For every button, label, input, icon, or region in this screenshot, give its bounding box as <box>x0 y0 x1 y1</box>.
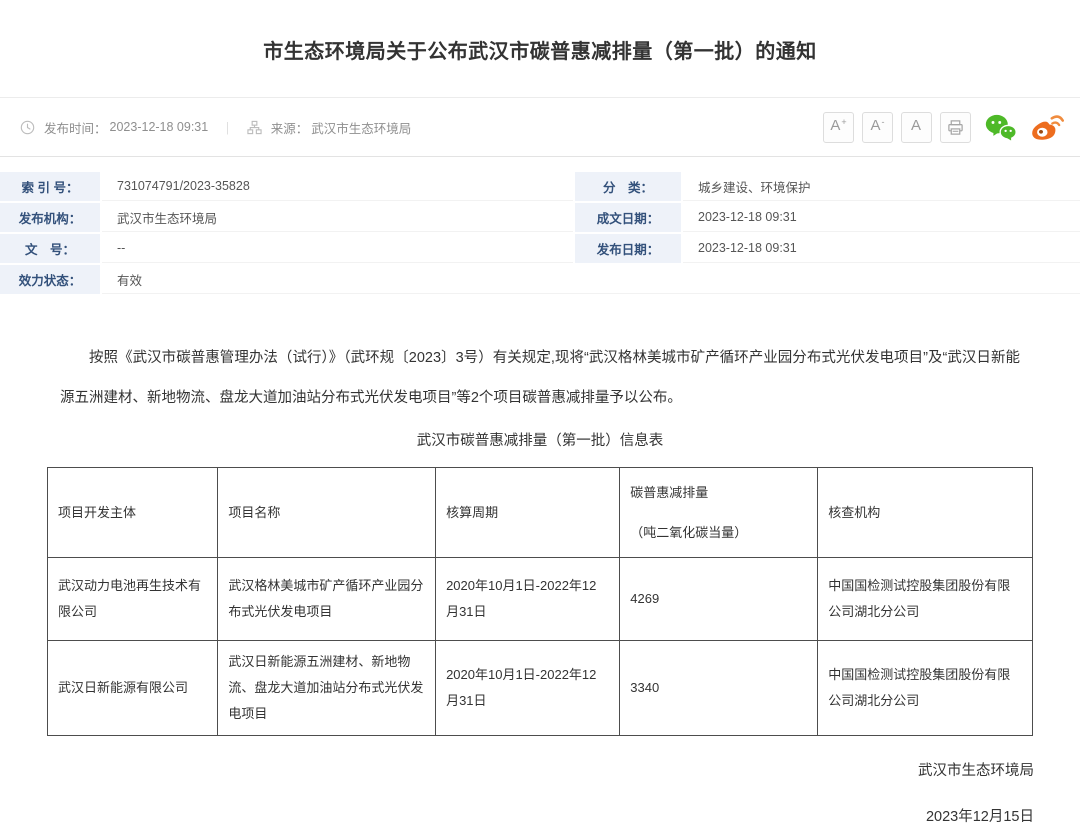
article-body: 按照《武汉市碳普惠管理办法（试行）》（武环规〔2023〕3号）有关规定,现将“武… <box>0 338 1080 418</box>
issuing-agency-value: 武汉市生态环境局 <box>102 203 573 232</box>
source-icon <box>247 120 262 135</box>
print-button[interactable] <box>940 112 971 143</box>
header-accounting-period: 核算周期 <box>436 468 620 558</box>
signature-org: 武汉市生态环境局 <box>0 756 1034 786</box>
cell-project-name: 武汉日新能源五洲建材、新地物流、盘龙大道加油站分布式光伏发电项目 <box>218 641 436 736</box>
page-title: 市生态环境局关于公布武汉市碳普惠减排量（第一批）的通知 <box>0 0 1080 98</box>
signature-block: 武汉市生态环境局 2023年12月15日 <box>0 756 1080 832</box>
table-row: 武汉日新能源有限公司 武汉日新能源五洲建材、新地物流、盘龙大道加油站分布式光伏发… <box>48 641 1033 736</box>
cell-reduction-amount: 3340 <box>620 641 818 736</box>
cell-developer: 武汉动力电池再生技术有限公司 <box>48 558 218 641</box>
font-normal-button[interactable]: A <box>901 112 932 143</box>
publish-date-value: 2023-12-18 09:31 <box>683 234 1080 263</box>
metadata-row: 效力状态： 有效 <box>0 265 1080 294</box>
meta-divider: ｜ <box>217 118 238 137</box>
validity-status-label: 效力状态： <box>0 265 100 294</box>
cell-accounting-period: 2020年10月1日-2022年12月31日 <box>436 641 620 736</box>
index-number-label: 索 引 号： <box>0 172 100 201</box>
cell-accounting-period: 2020年10月1日-2022年12月31日 <box>436 558 620 641</box>
weibo-share-icon[interactable] <box>1031 113 1064 141</box>
header-reduction-amount-line1: 碳普惠减排量 <box>630 485 708 500</box>
publish-date-label: 发布日期： <box>575 234 681 263</box>
table-header-row: 项目开发主体 项目名称 核算周期 碳普惠减排量 （吨二氧化碳当量） 核查机构 <box>48 468 1033 558</box>
font-smaller-button[interactable]: A- <box>862 112 893 143</box>
header-verification-agency: 核查机构 <box>818 468 1033 558</box>
written-date-value: 2023-12-18 09:31 <box>683 203 1080 232</box>
cell-project-name: 武汉格林美城市矿产循环产业园分布式光伏发电项目 <box>218 558 436 641</box>
source-label: 来源： <box>271 118 309 137</box>
metadata-row: 索 引 号： 731074791/2023-35828 分 类： 城乡建设、环境… <box>0 172 1080 201</box>
data-table-caption: 武汉市碳普惠减排量（第一批）信息表 <box>0 429 1080 450</box>
page-toolbar: A+ A- A <box>815 112 1064 143</box>
notice-paragraph: 按照《武汉市碳普惠管理办法（试行）》（武环规〔2023〕3号）有关规定,现将“武… <box>60 338 1020 418</box>
wechat-share-icon[interactable] <box>985 114 1017 141</box>
issuing-agency-label: 发布机构： <box>0 203 100 232</box>
validity-status-value: 有效 <box>102 265 1080 294</box>
doc-number-value: -- <box>102 234 573 263</box>
meta-bar: 发布时间：2023-12-18 09:31 ｜ 来源：武汉市生态环境局 A+ A… <box>0 98 1080 157</box>
font-larger-button[interactable]: A+ <box>823 112 854 143</box>
source-value: 武汉市生态环境局 <box>311 118 411 137</box>
metadata-row: 发布机构： 武汉市生态环境局 成文日期： 2023-12-18 09:31 <box>0 203 1080 232</box>
metadata-row: 文 号： -- 发布日期： 2023-12-18 09:31 <box>0 234 1080 263</box>
clock-icon <box>20 120 35 135</box>
publish-time-value: 2023-12-18 09:31 <box>110 120 209 134</box>
written-date-label: 成文日期： <box>575 203 681 232</box>
doc-number-label: 文 号： <box>0 234 100 263</box>
document-metadata-table: 索 引 号： 731074791/2023-35828 分 类： 城乡建设、环境… <box>0 172 1080 294</box>
header-developer: 项目开发主体 <box>48 468 218 558</box>
header-project-name: 项目名称 <box>218 468 436 558</box>
cell-verification-agency: 中国国检测试控股集团股份有限公司湖北分公司 <box>818 558 1033 641</box>
publish-time-label: 发布时间： <box>44 118 107 137</box>
cell-reduction-amount: 4269 <box>620 558 818 641</box>
cell-developer: 武汉日新能源有限公司 <box>48 641 218 736</box>
table-row: 武汉动力电池再生技术有限公司 武汉格林美城市矿产循环产业园分布式光伏发电项目 2… <box>48 558 1033 641</box>
header-reduction-amount-line2: （吨二氧化碳当量） <box>630 520 807 546</box>
emission-reduction-table: 项目开发主体 项目名称 核算周期 碳普惠减排量 （吨二氧化碳当量） 核查机构 武… <box>47 467 1033 736</box>
header-reduction-amount: 碳普惠减排量 （吨二氧化碳当量） <box>620 468 818 558</box>
category-label: 分 类： <box>575 172 681 201</box>
publish-info: 发布时间：2023-12-18 09:31 ｜ 来源：武汉市生态环境局 <box>20 118 411 137</box>
index-number-value: 731074791/2023-35828 <box>102 172 573 201</box>
signature-date: 2023年12月15日 <box>0 802 1034 832</box>
category-value: 城乡建设、环境保护 <box>683 172 1080 201</box>
cell-verification-agency: 中国国检测试控股集团股份有限公司湖北分公司 <box>818 641 1033 736</box>
